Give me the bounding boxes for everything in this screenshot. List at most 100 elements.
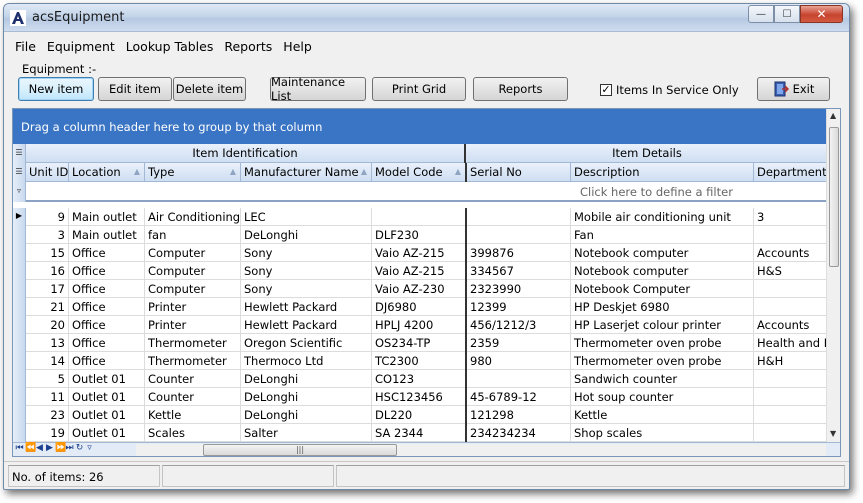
- cell-unit-id[interactable]: 5: [26, 370, 69, 388]
- cell-department[interactable]: H&H: [754, 352, 828, 370]
- cell-manufacturer[interactable]: DeLonghi: [241, 388, 372, 406]
- row-indicator[interactable]: [13, 406, 26, 424]
- table-row[interactable]: 15 Office Computer Sony Vaio AZ-215 399876 Not…: [13, 244, 828, 262]
- scroll-down-icon[interactable]: ▼: [830, 429, 836, 438]
- table-row[interactable]: 16 Office Computer Sony Vaio AZ-215 334567 Not…: [13, 262, 828, 280]
- cell-model-code[interactable]: Vaio AZ-215: [372, 262, 467, 280]
- menu-help[interactable]: Help: [278, 37, 318, 59]
- cell-location[interactable]: Office: [69, 352, 145, 370]
- last-page-icon[interactable]: ⏭: [65, 443, 74, 453]
- menu-file[interactable]: File: [4, 37, 41, 59]
- cell-description[interactable]: Thermometer oven probe: [571, 334, 754, 352]
- new-item-button[interactable]: New item: [18, 77, 94, 101]
- cell-type[interactable]: Scales: [145, 424, 241, 442]
- exit-button[interactable]: Exit: [757, 77, 830, 101]
- cell-serial-no[interactable]: 399876: [467, 244, 571, 262]
- column-header-description[interactable]: Description: [571, 163, 754, 182]
- refresh-icon[interactable]: ↻: [75, 443, 84, 453]
- cell-model-code[interactable]: [372, 208, 467, 226]
- table-row[interactable]: 13 Office Thermometer Oregon Scientific OS23…: [13, 334, 828, 352]
- cell-department[interactable]: [754, 406, 828, 424]
- vertical-scroll-thumb[interactable]: [829, 127, 839, 267]
- cell-manufacturer[interactable]: Thermoco Ltd: [241, 352, 372, 370]
- cell-location[interactable]: Main outlet: [69, 208, 145, 226]
- cell-manufacturer[interactable]: Hewlett Packard: [241, 316, 372, 334]
- cell-type[interactable]: Thermometer: [145, 334, 241, 352]
- cell-manufacturer[interactable]: Sony: [241, 244, 372, 262]
- cell-model-code[interactable]: OS234-TP: [372, 334, 467, 352]
- cell-unit-id[interactable]: 11: [26, 388, 69, 406]
- horizontal-scrollbar[interactable]: |||: [136, 444, 826, 456]
- column-header-type[interactable]: Type ▲: [145, 163, 241, 182]
- table-row[interactable]: 21 Office Printer Hewlett Packard DJ6980 1239…: [13, 298, 828, 316]
- cell-description[interactable]: HP Deskjet 6980: [571, 298, 754, 316]
- column-header-unit-id[interactable]: Unit ID: [26, 163, 69, 182]
- in-service-only-checkbox[interactable]: ✓ Items In Service Only: [600, 83, 739, 97]
- column-header-location[interactable]: Location ▲: [69, 163, 145, 182]
- cell-department[interactable]: [754, 424, 828, 442]
- cell-serial-no[interactable]: 456/1212/3: [467, 316, 571, 334]
- cell-serial-no[interactable]: 234234234: [467, 424, 571, 442]
- cell-model-code[interactable]: DJ6980: [372, 298, 467, 316]
- column-header-department[interactable]: Department: [754, 163, 828, 182]
- cell-type[interactable]: Counter: [145, 388, 241, 406]
- cell-location[interactable]: Main outlet: [69, 226, 145, 244]
- edit-item-button[interactable]: Edit item: [98, 77, 172, 101]
- cell-unit-id[interactable]: 9: [26, 208, 69, 226]
- cell-description[interactable]: Mobile air conditioning unit: [571, 208, 754, 226]
- menu-reports[interactable]: Reports: [219, 37, 278, 59]
- cell-unit-id[interactable]: 21: [26, 298, 69, 316]
- cell-type[interactable]: Printer: [145, 316, 241, 334]
- cell-unit-id[interactable]: 13: [26, 334, 69, 352]
- cell-location[interactable]: Outlet 01: [69, 406, 145, 424]
- delete-item-button[interactable]: Delete item: [173, 77, 246, 101]
- cell-model-code[interactable]: SA 2344: [372, 424, 467, 442]
- cell-description[interactable]: HP Laserjet colour printer: [571, 316, 754, 334]
- cell-manufacturer[interactable]: Sony: [241, 280, 372, 298]
- cell-unit-id[interactable]: 15: [26, 244, 69, 262]
- cell-manufacturer[interactable]: Salter: [241, 424, 372, 442]
- cell-location[interactable]: Office: [69, 298, 145, 316]
- table-row[interactable]: 5 Outlet 01 Counter DeLonghi CO123 Sandwich c…: [13, 370, 828, 388]
- cell-description[interactable]: Notebook Computer: [571, 280, 754, 298]
- cell-type[interactable]: fan: [145, 226, 241, 244]
- row-indicator[interactable]: [13, 244, 26, 262]
- row-indicator[interactable]: [13, 352, 26, 370]
- table-row[interactable]: 3 Main outlet fan DeLonghi DLF230 Fan: [13, 226, 828, 244]
- equipment-grid[interactable]: Drag a column header here to group by th…: [12, 108, 841, 457]
- cell-manufacturer[interactable]: DeLonghi: [241, 406, 372, 424]
- cell-department[interactable]: [754, 226, 828, 244]
- table-row[interactable]: 11 Outlet 01 Counter DeLonghi HSC123456 45-67…: [13, 388, 828, 406]
- cell-unit-id[interactable]: 19: [26, 424, 69, 442]
- cell-description[interactable]: Notebook computer: [571, 244, 754, 262]
- horizontal-scroll-thumb[interactable]: |||: [203, 444, 397, 456]
- cell-department[interactable]: Accounts: [754, 316, 828, 334]
- cell-unit-id[interactable]: 3: [26, 226, 69, 244]
- current-row-indicator-icon[interactable]: ▶: [13, 208, 26, 226]
- cell-manufacturer[interactable]: Sony: [241, 262, 372, 280]
- cell-location[interactable]: Office: [69, 334, 145, 352]
- cell-type[interactable]: Counter: [145, 370, 241, 388]
- table-row[interactable]: ▶ 9 Main outlet Air Conditioning LEC Mobile a…: [13, 208, 828, 226]
- print-grid-button[interactable]: Print Grid: [372, 77, 466, 101]
- cell-type[interactable]: Air Conditioning: [145, 208, 241, 226]
- row-indicator[interactable]: [13, 298, 26, 316]
- table-row[interactable]: 19 Outlet 01 Scales Salter SA 2344 234234234 S…: [13, 424, 828, 442]
- cell-manufacturer[interactable]: DeLonghi: [241, 226, 372, 244]
- band-item-details[interactable]: Item Details: [467, 144, 828, 163]
- cell-serial-no[interactable]: [467, 226, 571, 244]
- scroll-up-icon[interactable]: ▲: [830, 111, 836, 120]
- cell-serial-no[interactable]: [467, 370, 571, 388]
- band-customize-icon[interactable]: ☰: [13, 144, 26, 163]
- cell-location[interactable]: Outlet 01: [69, 424, 145, 442]
- cell-model-code[interactable]: DLF230: [372, 226, 467, 244]
- cell-description[interactable]: Hot soup counter: [571, 388, 754, 406]
- close-button[interactable]: ✕: [800, 5, 843, 23]
- cell-model-code[interactable]: Vaio AZ-230: [372, 280, 467, 298]
- row-indicator[interactable]: [13, 280, 26, 298]
- cell-description[interactable]: Fan: [571, 226, 754, 244]
- prev-record-icon[interactable]: ◀: [35, 443, 44, 453]
- cell-serial-no[interactable]: 12399: [467, 298, 571, 316]
- filter-funnel-icon[interactable]: ▿: [85, 443, 94, 453]
- cell-model-code[interactable]: HPLJ 4200: [372, 316, 467, 334]
